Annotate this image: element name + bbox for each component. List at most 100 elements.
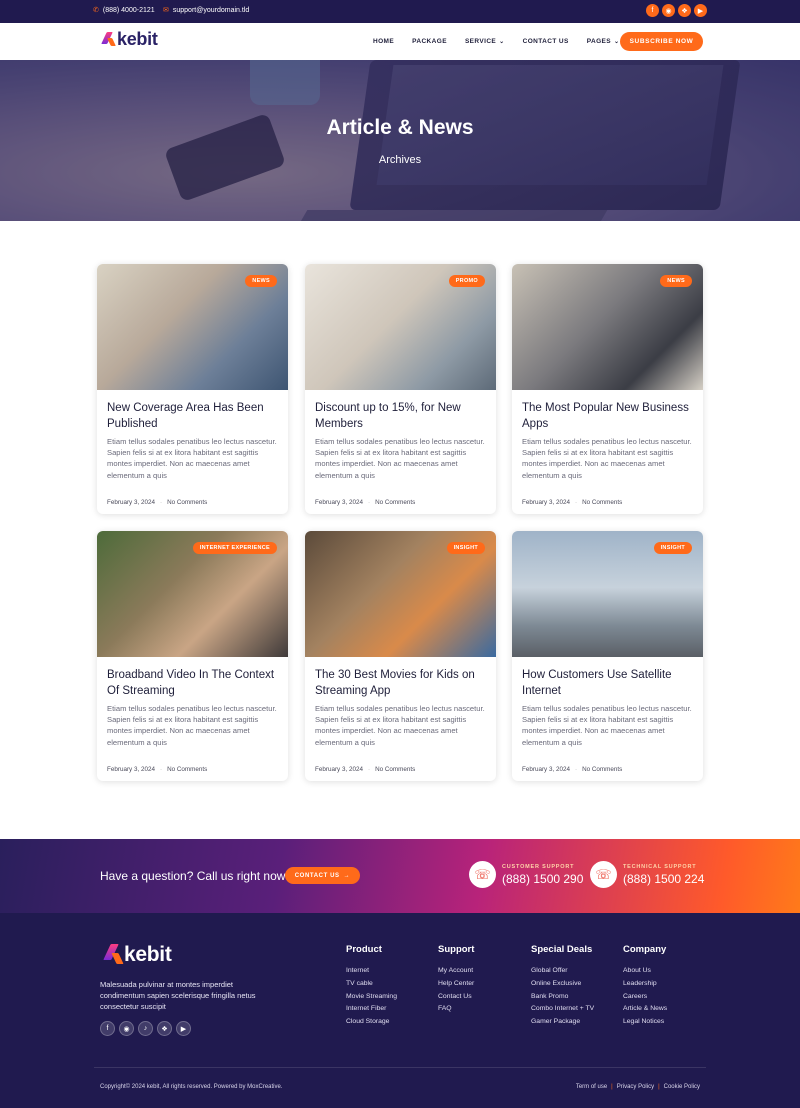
phone-contact[interactable]: ✆ (888) 4000-2121 [93, 6, 155, 15]
category-badge[interactable]: INSIGHT [446, 542, 485, 554]
post-title[interactable]: How Customers Use Satellite Internet [522, 668, 694, 699]
footer-link[interactable]: Cloud Storage [346, 1016, 397, 1029]
page-title: Article & News [326, 116, 474, 139]
post-title[interactable]: The Most Popular New Business Apps [522, 401, 694, 432]
post-comments[interactable]: No Comments [582, 499, 622, 506]
separator: | [611, 1084, 613, 1090]
nav-item-service[interactable]: SERVICE ⌄ [465, 38, 505, 45]
post-date[interactable]: February 3, 2024 [107, 499, 155, 506]
post-meta: February 3, 2024 · No Comments [522, 766, 622, 773]
post-title[interactable]: The 30 Best Movies for Kids on Streaming… [315, 668, 487, 699]
nav-item-home[interactable]: HOME [373, 38, 394, 45]
category-badge[interactable]: PROMO [448, 275, 485, 287]
post-card[interactable]: INSIGHT How Customers Use Satellite Inter… [512, 531, 703, 781]
footer-link[interactable]: Leadership [623, 978, 667, 991]
site-footer: kebit Malesuada pulvinar at montes imper… [0, 913, 800, 1108]
footer-description: Malesuada pulvinar at montes imperdiet c… [100, 980, 256, 1011]
post-title[interactable]: Broadband Video In The Context Of Stream… [107, 668, 279, 699]
logo-text: kebit [124, 943, 172, 966]
separator: · [574, 499, 578, 506]
facebook-icon[interactable]: f [646, 4, 659, 17]
post-comments[interactable]: No Comments [167, 766, 207, 773]
footer-logo[interactable]: kebit [103, 943, 172, 967]
technical-support[interactable]: ☏ TECHNICAL SUPPORT (888) 1500 224 [590, 861, 704, 888]
post-card[interactable]: INSIGHT The 30 Best Movies for Kids on St… [305, 531, 496, 781]
footer-link[interactable]: FAQ [438, 1003, 474, 1016]
category-badge[interactable]: NEWS [245, 275, 277, 287]
footer-link[interactable]: Internet [346, 965, 397, 978]
category-badge[interactable]: INSIGHT [653, 542, 692, 554]
footer-link[interactable]: Careers [623, 991, 667, 1004]
footer-link[interactable]: Internet Fiber [346, 1003, 397, 1016]
post-date[interactable]: February 3, 2024 [315, 499, 363, 506]
nav-item-package[interactable]: PACKAGE [412, 38, 447, 45]
headset-icon: ☏ [469, 861, 496, 888]
subscribe-button[interactable]: SUBSCRIBE NOW [620, 32, 703, 51]
youtube-icon[interactable]: ▶ [694, 4, 707, 17]
footer-social-links: f ◉ ♪ ❖ ▶ [100, 1021, 191, 1036]
footer-link[interactable]: About Us [623, 965, 667, 978]
facebook-icon[interactable]: f [100, 1021, 115, 1036]
footer-divider [94, 1067, 706, 1068]
support-label: CUSTOMER SUPPORT [502, 863, 575, 870]
customer-support[interactable]: ☏ CUSTOMER SUPPORT (888) 1500 290 [469, 861, 583, 888]
twitter-icon[interactable]: ❖ [678, 4, 691, 17]
nav-item-label: HOME [373, 38, 395, 45]
nav-item-pages[interactable]: PAGES ⌄ [587, 38, 620, 45]
post-card[interactable]: PROMO Discount up to 15%, for New Members… [305, 264, 496, 514]
post-comments[interactable]: No Comments [167, 499, 207, 506]
post-excerpt: Etiam tellus sodales penatibus leo lectu… [522, 704, 692, 747]
post-comments[interactable]: No Comments [375, 766, 415, 773]
footer-column: Company About Us Leadership Careers Article … [623, 944, 667, 1029]
post-meta: February 3, 2024 · No Comments [315, 766, 415, 773]
instagram-icon[interactable]: ◉ [119, 1021, 134, 1036]
footer-link[interactable]: Article & News [623, 1003, 667, 1016]
post-card[interactable]: NEWS The Most Popular New Business Apps Et… [512, 264, 703, 514]
contact-us-button[interactable]: CONTACT US → [285, 867, 360, 884]
post-date[interactable]: February 3, 2024 [522, 499, 570, 506]
footer-column: Support My Account Help Center Contact Us FA… [438, 944, 474, 1016]
email-contact[interactable]: ✉ support@yourdomain.tld [163, 6, 249, 15]
twitter-icon[interactable]: ❖ [157, 1021, 172, 1036]
post-date[interactable]: February 3, 2024 [522, 766, 570, 773]
footer-link[interactable]: Contact Us [438, 991, 474, 1004]
footer-link[interactable]: Gamer Package [531, 1016, 594, 1029]
footer-link[interactable]: Global Offer [531, 965, 594, 978]
privacy-link[interactable]: Privacy Policy [617, 1084, 654, 1090]
post-title[interactable]: Discount up to 15%, for New Members [315, 401, 487, 432]
terms-link[interactable]: Term of use [576, 1084, 607, 1090]
post-excerpt: Etiam tellus sodales penatibus leo lectu… [315, 704, 485, 747]
footer-link[interactable]: Legal Notices [623, 1016, 667, 1029]
tiktok-icon[interactable]: ♪ [138, 1021, 153, 1036]
post-date[interactable]: February 3, 2024 [107, 766, 155, 773]
logo-mark [103, 944, 124, 966]
logo-mark [101, 31, 116, 48]
post-card[interactable]: INTERNET EXPERIENCE Broadband Video In Th… [97, 531, 288, 781]
nav-item-contact-us[interactable]: CONTACT US [523, 38, 569, 45]
footer-link[interactable]: TV cable [346, 978, 397, 991]
footer-link[interactable]: Movie Streaming [346, 991, 397, 1004]
site-logo[interactable]: kebit [101, 29, 158, 50]
nav-item-label: SERVICE [464, 38, 497, 45]
footer-link[interactable]: Online Exclusive [531, 978, 594, 991]
footer-column-heading: Support [438, 944, 475, 955]
page-hero: Article & News Archives [0, 60, 800, 221]
post-excerpt: Etiam tellus sodales penatibus leo lectu… [315, 437, 485, 480]
category-badge[interactable]: NEWS [660, 275, 692, 287]
cookie-link[interactable]: Cookie Policy [664, 1084, 700, 1090]
headset-icon: ☏ [590, 861, 617, 888]
category-badge[interactable]: INTERNET EXPERIENCE [192, 542, 277, 554]
youtube-icon[interactable]: ▶ [176, 1021, 191, 1036]
footer-link[interactable]: Bank Promo [531, 991, 594, 1004]
post-card[interactable]: NEWS New Coverage Area Has Been Published… [97, 264, 288, 514]
instagram-icon[interactable]: ◉ [662, 4, 675, 17]
footer-link[interactable]: Combo Internet + TV [531, 1003, 594, 1016]
post-comments[interactable]: No Comments [582, 766, 622, 773]
separator: · [159, 766, 163, 773]
post-date[interactable]: February 3, 2024 [315, 766, 363, 773]
footer-link[interactable]: My Account [438, 965, 474, 978]
post-title[interactable]: New Coverage Area Has Been Published [107, 401, 279, 432]
post-comments[interactable]: No Comments [375, 499, 415, 506]
post-excerpt: Etiam tellus sodales penatibus leo lectu… [522, 437, 692, 480]
footer-link[interactable]: Help Center [438, 978, 474, 991]
